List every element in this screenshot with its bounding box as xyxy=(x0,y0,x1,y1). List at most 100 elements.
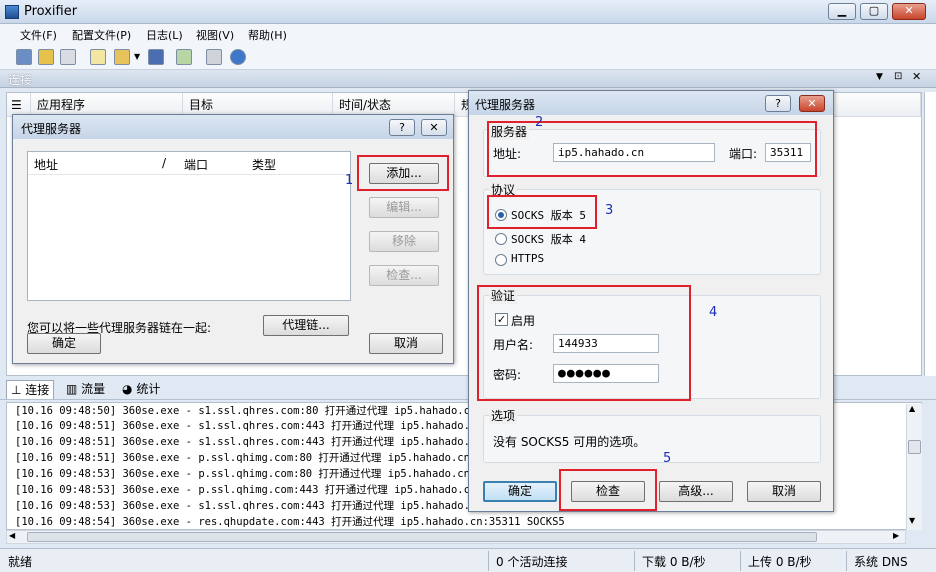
https-label[interactable]: HTTPS xyxy=(511,252,544,265)
https-radio[interactable] xyxy=(495,254,507,266)
log-line: [10.16 09:48:53] 360se.exe - p.ssl.qhimg… xyxy=(15,484,477,496)
log-line: [10.16 09:48:53] 360se.exe - p.ssl.qhimg… xyxy=(15,468,483,480)
export-icon[interactable] xyxy=(176,49,192,65)
column-type[interactable]: 类型 xyxy=(252,156,276,173)
status-separator xyxy=(634,551,635,571)
dropdown-arrow-icon[interactable]: ▼ xyxy=(134,52,140,61)
pin-icon[interactable]: ⊡ xyxy=(894,71,902,82)
tab-traffic[interactable]: ▥ 流量 xyxy=(62,380,109,399)
menu-help[interactable]: 帮助(H) xyxy=(248,27,287,43)
close-button[interactable]: ✕ xyxy=(892,3,926,20)
main-titlebar: Proxifier ▁ ▢ ✕ xyxy=(0,0,936,24)
menu-view[interactable]: 视图(V) xyxy=(196,27,234,43)
connections-panel-header: 连接 ▼ ⊡ ✕ xyxy=(0,70,936,88)
status-ready: 就绪 xyxy=(8,555,33,569)
statistics-pie-icon: ◕ xyxy=(122,382,133,396)
log-line: [10.16 09:48:50] 360se.exe - s1.ssl.qhre… xyxy=(15,405,477,417)
menu-log[interactable]: 日志(L) xyxy=(146,27,183,43)
tab-statistics-label: 统计 xyxy=(136,382,161,396)
minimize-button[interactable]: ▁ xyxy=(828,3,856,20)
ok-button[interactable]: 确定 xyxy=(27,333,101,354)
print-icon[interactable] xyxy=(206,49,222,65)
help-button[interactable]: ? xyxy=(765,95,791,112)
tab-connections[interactable]: ⊥ 连接 xyxy=(6,380,55,399)
maximize-button[interactable]: ▢ xyxy=(860,3,888,20)
check-button[interactable]: 检查... xyxy=(369,265,439,286)
cancel-button[interactable]: 取消 xyxy=(747,481,821,502)
open-profile-icon[interactable] xyxy=(114,49,130,65)
column-address[interactable]: 地址 xyxy=(34,156,58,173)
log-vertical-scrollbar[interactable]: ▲ ▼ xyxy=(906,404,922,530)
add-button[interactable]: 添加... xyxy=(369,163,439,184)
log-horizontal-scrollbar[interactable]: ◀ ▶ xyxy=(6,530,906,544)
annotation-5: 5 xyxy=(663,451,672,466)
connections-tab-icon: ⊥ xyxy=(11,383,22,397)
edit-dialog-titlebar: 代理服务器 ? ✕ xyxy=(469,91,833,115)
proxy-chain-button[interactable]: 代理链... xyxy=(263,315,349,336)
log-line: [10.16 09:48:53] 360se.exe - s1.ssl.qhre… xyxy=(15,500,483,512)
statusbar: 就绪 0 个活动连接 下载 0 B/秒 上传 0 B/秒 系统 DNS xyxy=(0,548,936,572)
log-line: [10.16 09:48:54] 360se.exe - res.qhupdat… xyxy=(15,516,565,528)
panel-dropdown-icon[interactable]: ▼ xyxy=(876,72,883,82)
log-line: [10.16 09:48:51] 360se.exe - s1.ssl.qhre… xyxy=(15,436,483,448)
scroll-down-arrow-icon[interactable]: ▼ xyxy=(909,516,915,525)
connections-panel-title: 连接 xyxy=(8,73,33,87)
traffic-chart-icon: ▥ xyxy=(66,382,78,396)
proxy-servers-dialog-title: 代理服务器 xyxy=(21,122,82,136)
status-separator xyxy=(488,551,489,571)
socks4-radio[interactable] xyxy=(495,233,507,245)
save-icon[interactable] xyxy=(148,49,164,65)
scroll-up-arrow-icon[interactable]: ▲ xyxy=(909,404,915,413)
column-separator: / xyxy=(162,156,167,170)
log-line: [10.16 09:48:51] 360se.exe - s1.ssl.qhre… xyxy=(15,420,483,432)
remove-button[interactable]: 移除 xyxy=(369,231,439,252)
check-button[interactable]: 检查 xyxy=(571,481,645,502)
menu-file[interactable]: 文件(F) xyxy=(20,27,57,43)
status-separator xyxy=(740,551,741,571)
tab-connections-label: 连接 xyxy=(25,383,50,397)
column-port[interactable]: 端口 xyxy=(184,156,208,173)
log-line: [10.16 09:48:51] 360se.exe - p.ssl.qhimg… xyxy=(15,452,483,464)
scroll-left-arrow-icon[interactable]: ◀ xyxy=(9,531,15,540)
cancel-button[interactable]: 取消 xyxy=(369,333,443,354)
options-group-label: 选项 xyxy=(489,407,518,424)
tab-statistics[interactable]: ◕ 统计 xyxy=(118,380,164,399)
advanced-button[interactable]: 高级... xyxy=(659,481,733,502)
header-divider xyxy=(28,174,350,175)
socks4-label[interactable]: SOCKS 版本 4 xyxy=(511,231,586,247)
annotation-1: 1 xyxy=(345,173,354,188)
highlight-box-protocol xyxy=(487,195,597,229)
rules-icon[interactable] xyxy=(38,49,54,65)
proxy-server-edit-dialog: 代理服务器 ? ✕ 服务器 地址: ip5.hahado.cn 端口: 3531… xyxy=(468,90,834,512)
status-dns: 系统 DNS xyxy=(854,555,908,569)
scroll-thumb[interactable] xyxy=(908,440,921,454)
help-icon[interactable] xyxy=(230,49,246,65)
proxifier-logo-icon xyxy=(5,5,19,19)
edit-button[interactable]: 编辑... xyxy=(369,197,439,218)
options-text: 没有 SOCKS5 可用的选项。 xyxy=(493,435,646,449)
menubar: 文件(F) 配置文件(P) 日志(L) 视图(V) 帮助(H) xyxy=(0,24,936,44)
proxy-servers-dialog-titlebar: 代理服务器 ? ✕ xyxy=(13,115,453,139)
help-button[interactable]: ? xyxy=(389,119,415,136)
ok-button[interactable]: 确定 xyxy=(483,481,557,502)
tab-traffic-label: 流量 xyxy=(81,382,106,396)
status-separator xyxy=(846,551,847,571)
menu-profile[interactable]: 配置文件(P) xyxy=(72,27,131,43)
panel-close-icon[interactable]: ✕ xyxy=(912,70,921,83)
name-resolution-icon[interactable] xyxy=(60,49,76,65)
proxy-server-list[interactable]: 地址 / 端口 类型 xyxy=(27,151,351,301)
horizontal-scroll-thumb[interactable] xyxy=(27,532,817,542)
dialog-close-button[interactable]: ✕ xyxy=(799,95,825,112)
highlight-box-auth xyxy=(477,285,691,401)
status-active-connections: 0 个活动连接 xyxy=(496,555,568,569)
annotation-2: 2 xyxy=(535,115,544,130)
new-profile-icon[interactable] xyxy=(90,49,106,65)
toolbar: ▼ xyxy=(0,44,936,70)
annotation-3: 3 xyxy=(605,203,614,218)
scroll-right-arrow-icon[interactable]: ▶ xyxy=(893,531,899,540)
annotation-4: 4 xyxy=(709,305,718,320)
proxy-servers-icon[interactable] xyxy=(16,49,32,65)
dialog-close-button[interactable]: ✕ xyxy=(421,119,447,136)
right-edge-panel xyxy=(924,92,936,376)
status-upload-rate: 上传 0 B/秒 xyxy=(748,555,812,569)
